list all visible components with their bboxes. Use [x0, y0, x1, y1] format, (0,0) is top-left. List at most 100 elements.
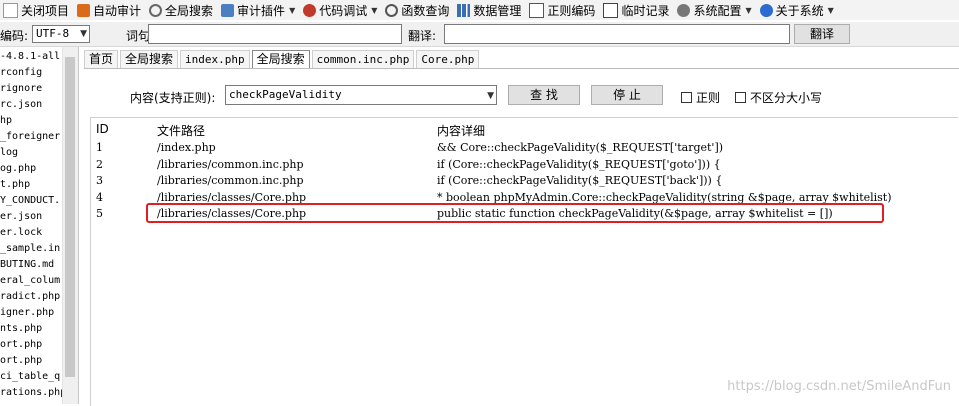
cell-path: /libraries/classes/Core.php [157, 190, 307, 204]
tab-4[interactable]: common.inc.php [311, 50, 415, 68]
table-row[interactable]: 2/libraries/common.inc.php if (Core::chec… [91, 158, 951, 174]
close-project-icon [3, 2, 18, 18]
tab-5[interactable]: Core.php [416, 50, 480, 68]
file-item[interactable]: _sample.in [0, 241, 62, 257]
file-item[interactable]: Y_CONDUCT.r [0, 193, 62, 209]
info-icon [759, 3, 773, 17]
menu-label: 代码调试 [319, 3, 368, 18]
menu-label: 临时记录 [621, 3, 670, 18]
tab-2[interactable]: index.php [180, 50, 250, 68]
cell-id: 4 [96, 190, 103, 204]
tab-strip: 首页 全局搜索 index.php 全局搜索 common.inc.php Core.ph… [84, 50, 481, 69]
file-item[interactable]: ci_table_q [0, 369, 62, 385]
file-item[interactable]: rconfig [0, 65, 62, 81]
notes-icon [603, 2, 619, 18]
chevron-down-icon: ▼ [745, 5, 752, 15]
header-path[interactable]: 文件路径 [157, 122, 205, 139]
scrollbar-thumb[interactable] [65, 57, 75, 377]
cell-id: 5 [96, 207, 103, 220]
file-item[interactable]: rc.json [0, 97, 62, 113]
search-row: 内容(支持正则): checkPageValidity ▼ 查 找 停 止 正则… [84, 85, 959, 109]
menu-label: 正则编码 [547, 3, 596, 18]
file-item[interactable]: ort.php [0, 353, 62, 369]
file-item[interactable]: eral_colum [0, 273, 62, 289]
tab-0[interactable]: 首页 [84, 50, 119, 68]
menu-label: 函数查询 [401, 3, 450, 18]
toolbar: 编码: UTF-8 ▼ 词句: 翻译: 翻译 [0, 22, 959, 47]
file-item[interactable]: er.lock [0, 225, 62, 241]
table-row[interactable]: 1/index.php && Core::checkPageValidity($_… [91, 141, 951, 157]
file-item[interactable]: radict.php [0, 289, 62, 305]
table-row[interactable]: 3/libraries/common.inc.php if (Core::chec… [91, 174, 951, 190]
menu-item-10[interactable]: 关于系统 ▼ [757, 0, 839, 20]
menu-item-4[interactable]: 代码调试 ▼ [300, 0, 382, 20]
menu-item-0[interactable]: 关闭项目 [0, 0, 74, 20]
cell-id: 1 [96, 141, 103, 154]
file-item[interactable]: nts.php [0, 321, 62, 337]
chevron-down-icon: ▼ [487, 91, 494, 101]
cell-path: /libraries/common.inc.php [157, 157, 304, 171]
menu-label: 审计插件 [237, 3, 286, 18]
file-item[interactable]: -4.8.1-all [0, 49, 62, 65]
tab-1[interactable]: 全局搜索 [120, 50, 179, 68]
menu-item-6[interactable]: 数据管理 [454, 0, 526, 20]
file-item[interactable]: rignore [0, 81, 62, 97]
code-debug-icon [303, 3, 317, 17]
file-item[interactable]: log [0, 145, 62, 161]
file-item[interactable]: er.json [0, 209, 62, 225]
encoding-select[interactable]: UTF-8 ▼ [32, 25, 90, 43]
menu-item-2[interactable]: 全局搜索 [146, 0, 218, 20]
file-item[interactable]: rations.php [0, 385, 62, 401]
encoding-label: 编码: [0, 29, 29, 43]
encoding-value: UTF-8 [36, 27, 70, 40]
watermark: https://blog.csdn.net/SmileAndFun [727, 379, 951, 394]
header-detail[interactable]: 内容详细 [437, 122, 485, 139]
ignore-case-checkbox[interactable]: 不区分大小写 [735, 89, 822, 106]
translate-label: 翻译: [408, 29, 437, 43]
menu-label: 关闭项目 [21, 3, 70, 18]
cell-path: /index.php [157, 141, 216, 154]
regex-checkbox[interactable]: 正则 [681, 89, 720, 106]
file-item[interactable]: igner.php [0, 305, 62, 321]
chevron-down-icon: ▼ [289, 5, 296, 15]
find-button[interactable]: 查 找 [508, 85, 580, 105]
cell-detail: if (Core::checkPageValidity($_REQUEST['b… [437, 174, 723, 187]
results-list: ID 文件路径 内容详细 1/index.php && Core::checkPa… [90, 117, 958, 406]
file-item[interactable]: hp [0, 113, 62, 129]
menu-item-1[interactable]: 自动审计 [74, 0, 146, 20]
menu-item-5[interactable]: 函数查询 [382, 0, 454, 20]
auto-audit-icon [77, 3, 91, 17]
file-item[interactable]: og.php [0, 161, 62, 177]
tab-3[interactable]: 全局搜索 [251, 50, 310, 69]
checkbox-box [735, 92, 746, 103]
search-query-value: checkPageValidity [229, 88, 342, 101]
file-item[interactable]: _foreigner [0, 129, 62, 145]
menu-item-3[interactable]: 审计插件 ▼ [218, 0, 300, 20]
regex-icon [529, 2, 545, 18]
file-item[interactable]: ort.php [0, 337, 62, 353]
menu-item-9[interactable]: 系统配置 ▼ [674, 0, 756, 20]
menu-item-7[interactable]: 正则编码 [526, 0, 600, 20]
chevron-down-icon: ▼ [827, 5, 834, 15]
file-item[interactable]: BUTING.md [0, 257, 62, 273]
chevron-down-icon: ▼ [371, 5, 378, 15]
global-search-icon [149, 3, 163, 17]
stop-button[interactable]: 停 止 [591, 85, 663, 105]
cell-id: 2 [96, 157, 103, 171]
content-label: 内容(支持正则): [130, 91, 216, 105]
word-input[interactable] [148, 24, 402, 44]
cell-id: 3 [96, 174, 103, 187]
translate-input[interactable] [444, 24, 790, 44]
menu-label: 全局搜索 [165, 3, 214, 18]
menu-bar: 关闭项目 自动审计 全局搜索 审计插件 ▼ 代码调试 ▼ 函数查询 数据管理 正则编码 临时记录 系统… [0, 0, 959, 20]
search-query-input[interactable]: checkPageValidity ▼ [225, 85, 497, 105]
cell-detail: && Core::checkPageValidity($_REQUEST['ta… [437, 141, 724, 154]
header-id[interactable]: ID [96, 122, 109, 136]
file-item[interactable]: t.php [0, 177, 62, 193]
file-tree-scrollbar[interactable] [62, 47, 78, 404]
translate-button[interactable]: 翻译 [794, 24, 850, 44]
menu-label: 数据管理 [473, 3, 522, 18]
highlight-box [146, 203, 884, 223]
function-search-icon [385, 3, 399, 17]
menu-item-8[interactable]: 临时记录 [600, 0, 674, 20]
